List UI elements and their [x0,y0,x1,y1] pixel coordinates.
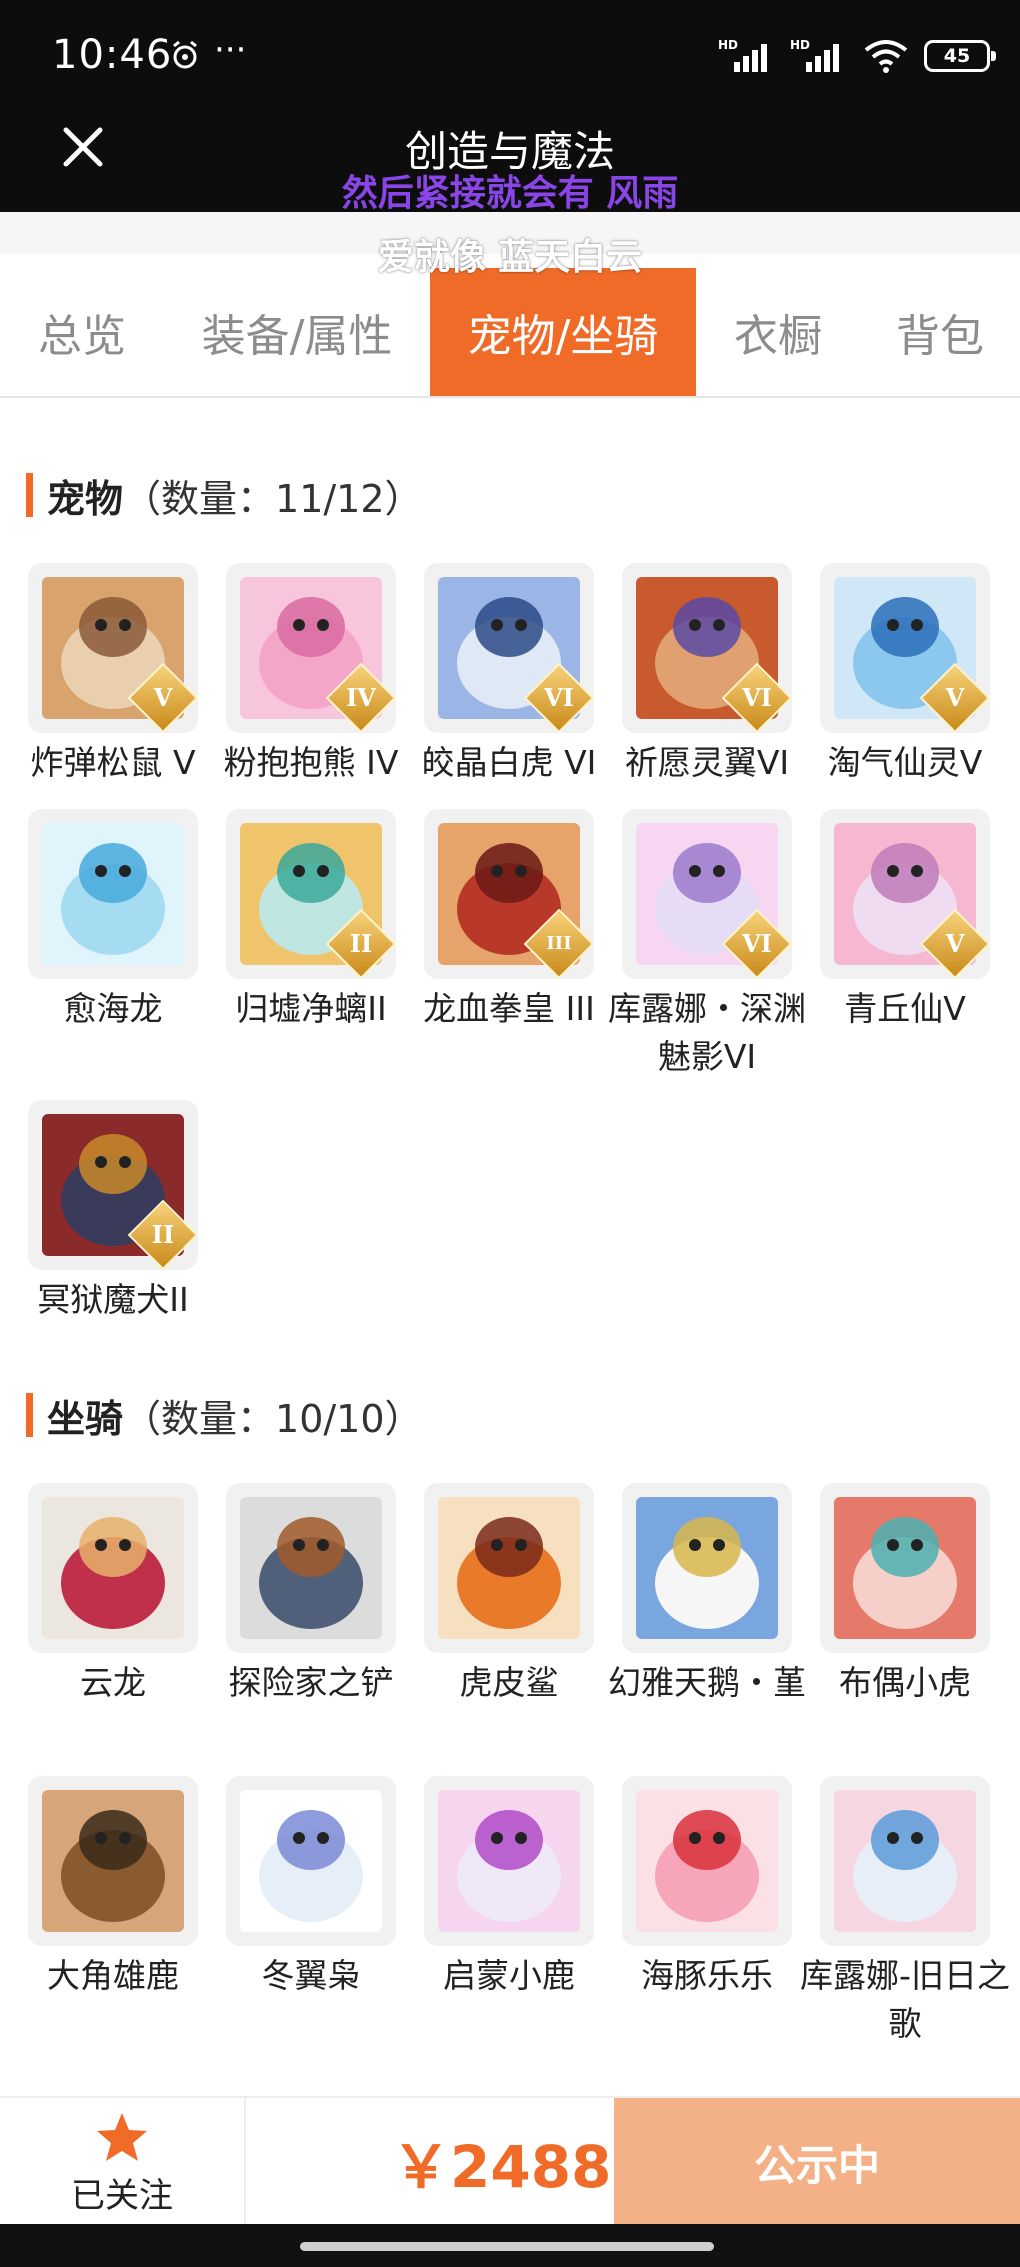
mount-name: 布偶小虎 [839,1663,971,1702]
mount-thumbnail [622,1776,792,1946]
battery-level: 45 [943,45,971,67]
system-nav-bar [0,2224,1020,2267]
lyric-overlay-line1: 然后紧接就会有 风雨 [341,173,679,214]
grade-badge-text: V [945,929,965,958]
grade-badge-text: II [151,1220,175,1249]
more-notifications-icon: ··· [214,30,247,70]
pet-name: 龙血拳皇 III [423,989,595,1028]
mount-thumbnail [28,1483,198,1653]
pet-thumbnail: V [820,563,990,733]
price-label: ￥2488 [392,2133,612,2201]
bottom-action-bar: 已关注 ￥2488 公示中 [0,2096,1020,2226]
grade-badge-text: V [153,683,173,712]
mount-thumbnail [820,1483,990,1653]
home-indicator[interactable] [300,2242,714,2251]
title-bar: 创造与魔法 然后紧接就会有 风雨 [0,112,1020,214]
signal-icon: HD [718,38,776,74]
tab-wardrobe[interactable]: 衣橱 [696,268,860,396]
signal-icon-2: HD [790,38,848,74]
mount-thumbnail [424,1776,594,1946]
pet-name: 粉抱抱熊 IV [223,743,399,782]
mount-name: 海豚乐乐 [641,1956,773,1995]
pet-thumbnail: V [28,563,198,733]
pet-name: 青丘仙V [844,989,966,1028]
status-indicators: HD HD 45 [718,36,996,76]
grade-badge-text: III [546,933,572,954]
tab-equipment[interactable]: 装备/属性 [164,268,430,396]
mount-name: 大角雄鹿 [47,1956,179,1995]
tab-overview[interactable]: 总览 [0,268,164,396]
mount-thumbnail [28,1776,198,1946]
pet-thumbnail: IV [226,563,396,733]
mounts-section-title: 坐骑 [47,1396,124,1441]
mount-name: 幻雅天鹅・堇 [608,1663,806,1702]
pet-thumbnail: III [424,809,594,979]
pet-name: 归墟净螭II [235,989,387,1028]
mount-name: 库露娜-旧日之歌 [800,1956,1010,2043]
pet-name: 愈海龙 [63,989,163,1028]
section-marker [26,1393,33,1437]
pet-name: 冥狱魔犬II [37,1280,189,1319]
app-screen: 10:46 ··· HD HD 45 创造与魔法 然后紧接就会有 风雨 爱就像 … [0,0,1020,2267]
mount-name: 冬翼枭 [261,1956,361,1995]
wifi-icon [864,40,908,73]
follow-label: 已关注 [71,2176,173,2216]
alarm-icon [173,40,197,69]
pets-section-count: （数量：11/12） [123,476,423,521]
follow-button[interactable]: 已关注 [0,2098,244,2226]
mounts-section-count: （数量：10/10） [123,1396,423,1441]
pet-name: 皎晶白虎 VI [421,743,597,782]
battery-icon: 45 [924,40,996,72]
status-time: 10:46 [52,32,173,78]
grade-badge-text: IV [346,683,376,712]
pet-thumbnail [28,809,198,979]
grade-badge-text: VI [742,929,772,958]
grade-badge-text: VI [742,683,772,712]
pet-thumbnail: VI [622,809,792,979]
status-bar: 10:46 ··· HD HD 45 [0,0,1020,112]
grade-badge-text: V [945,683,965,712]
mount-thumbnail [226,1776,396,1946]
public-status-button[interactable]: 公示中 [614,2098,1020,2226]
section-marker [26,473,33,517]
tab-pets-mounts[interactable]: 宠物/坐骑 [430,268,696,396]
pets-section-title: 宠物 [47,476,124,521]
pet-thumbnail: II [226,809,396,979]
mount-thumbnail [820,1776,990,1946]
pets-section-header: 宠物 （数量：11/12） [26,470,423,521]
mount-name: 云龙 [80,1663,146,1702]
mount-name: 启蒙小鹿 [443,1956,575,1995]
pet-thumbnail: V [820,809,990,979]
pet-name: 炸弹松鼠 V [30,743,196,782]
pet-name: 淘气仙灵V [827,743,983,782]
mounts-section-header: 坐骑 （数量：10/10） [26,1390,423,1441]
mount-thumbnail [424,1483,594,1653]
grade-badge-text: II [349,929,373,958]
pet-thumbnail: II [28,1100,198,1270]
mount-name: 虎皮鲨 [459,1663,559,1702]
pet-name: 祈愿灵翼VI [624,743,790,782]
mount-name: 探险家之铲 [228,1663,394,1702]
divider [244,2098,246,2226]
pet-thumbnail: VI [424,563,594,733]
mount-thumbnail [622,1483,792,1653]
tab-backpack[interactable]: 背包 [860,268,1020,396]
tab-bar: 总览 装备/属性 宠物/坐骑 衣橱 背包 [0,268,1020,398]
pet-thumbnail: VI [622,563,792,733]
mount-thumbnail [226,1483,396,1653]
grade-badge-text: VI [544,683,574,712]
star-icon [97,2113,147,2161]
lyric-overlay-line2: 爱就像 蓝天白云 [377,237,643,278]
pet-name: 库露娜・深渊魅影VI [608,989,806,1076]
